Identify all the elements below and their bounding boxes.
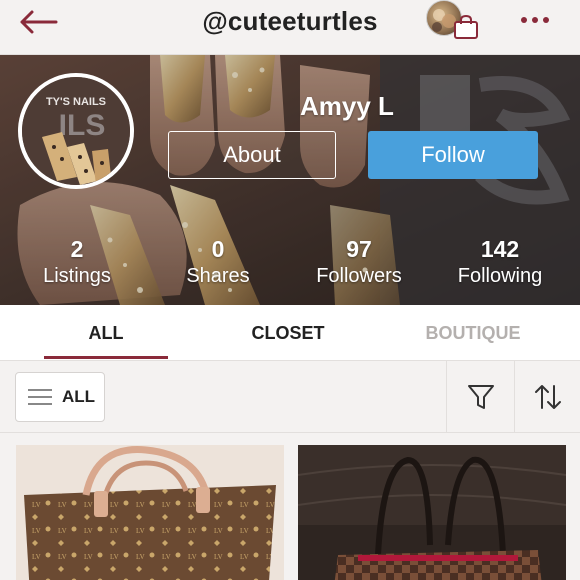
sort-button[interactable] — [514, 361, 580, 433]
profile-display-name: Amyy L — [300, 91, 394, 121]
avatar-nails-image: TY'S NAILS ILS — [22, 77, 130, 185]
top-nav-bar: @cuteeturtles — [0, 0, 580, 55]
tab-closet[interactable]: CLOSET — [228, 305, 348, 361]
stat-followers-count: 97 — [346, 236, 372, 262]
stat-followers-label: Followers — [316, 265, 402, 287]
active-tab-indicator — [44, 356, 168, 359]
stat-shares[interactable]: 0 Shares — [148, 235, 288, 289]
funnel-icon — [467, 385, 494, 409]
filter-button[interactable] — [446, 361, 514, 433]
listing-photo-damier-tote — [298, 445, 566, 580]
stat-shares-count: 0 — [211, 236, 225, 262]
listing-card[interactable]: LV — [16, 445, 284, 580]
avatar-logo-text: TY'S NAILS — [46, 96, 106, 108]
hamburger-menu-icon — [28, 389, 52, 405]
shopping-bag-icon[interactable] — [452, 14, 480, 40]
category-filter-button[interactable]: ALL — [15, 372, 105, 422]
about-button[interactable]: About — [168, 131, 336, 179]
svg-text:ILS: ILS — [59, 109, 106, 142]
more-dots-icon[interactable] — [520, 16, 550, 24]
profile-cover: TY'S NAILS ILS Amyy L About Follow 2 Lis… — [0, 55, 580, 305]
stat-followers[interactable]: 97 Followers — [289, 235, 429, 289]
category-filter-label: ALL — [62, 387, 96, 406]
closet-tabs: ALL CLOSET BOUTIQUE — [0, 305, 580, 361]
stat-following-label: Following — [457, 265, 543, 287]
sort-arrows-icon — [534, 385, 561, 409]
listings-grid: LV — [0, 433, 580, 580]
stat-following-count: 142 — [480, 236, 520, 262]
listing-card[interactable] — [298, 445, 566, 580]
tab-all[interactable]: ALL — [44, 305, 168, 361]
filter-bar: ALL — [0, 361, 580, 433]
listing-photo-monogram-tote: LV — [16, 445, 284, 580]
profile-avatar[interactable]: TY'S NAILS ILS — [18, 73, 134, 189]
stat-listings[interactable]: 2 Listings — [7, 235, 147, 289]
tab-boutique[interactable]: BOUTIQUE — [408, 305, 538, 361]
stat-shares-label: Shares — [186, 265, 250, 287]
follow-button[interactable]: Follow — [368, 131, 538, 179]
stat-listings-label: Listings — [43, 265, 111, 287]
stat-listings-count: 2 — [70, 236, 84, 262]
profile-username: @cuteeturtles — [202, 6, 378, 36]
stat-following[interactable]: 142 Following — [430, 235, 570, 289]
